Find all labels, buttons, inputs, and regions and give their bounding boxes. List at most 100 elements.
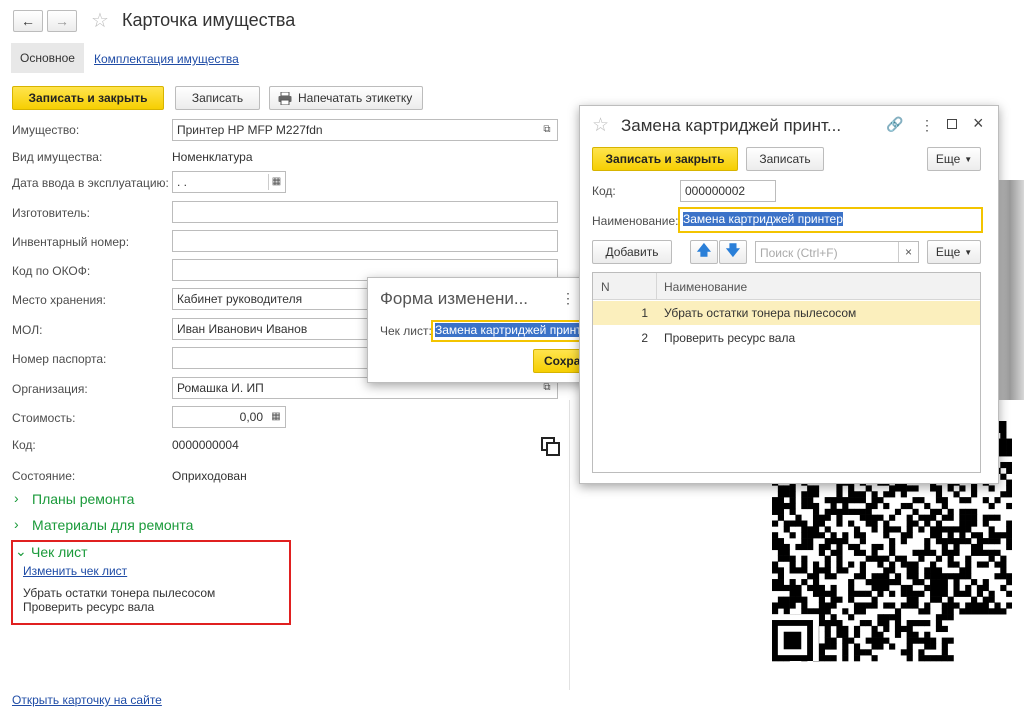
cost-field[interactable]: 0,00 ▦ <box>172 406 286 428</box>
back-arrow-icon: ← <box>21 13 35 29</box>
property-label: Имущество: <box>12 123 80 137</box>
dialog-more-button[interactable]: Еще ▼ <box>927 147 981 171</box>
column-header-name[interactable]: Наименование <box>664 280 747 294</box>
repair-plans-label: Планы ремонта <box>32 491 135 507</box>
type-value: Номенклатура <box>172 150 253 164</box>
checklist-item: Проверить ресурс вала <box>23 600 155 614</box>
property-field[interactable]: Принтер HP MFP M227fdn ⧉ <box>172 119 558 141</box>
move-up-button[interactable]: 🡅 <box>690 240 718 264</box>
storage-value: Кабинет руководителя <box>177 292 303 306</box>
chevron-right-icon: › <box>14 490 19 506</box>
manufacturer-label: Изготовитель: <box>12 206 90 220</box>
checklist-item: Убрать остатки тонера пылесосом <box>23 586 216 600</box>
change-form-popup: Форма изменени... ⋮ Чек лист: Замена кар… <box>367 277 591 383</box>
dialog-title: Замена картриджей принт... <box>621 116 842 135</box>
change-form-save-label: Сохра <box>544 354 581 368</box>
mol-value: Иван Иванович Иванов <box>177 322 308 336</box>
forward-button[interactable]: → <box>47 10 77 32</box>
search-placeholder: Поиск (Ctrl+F) <box>760 246 838 260</box>
checklist-highlight: ⌄ Чек лист Изменить чек лист Убрать оста… <box>11 540 291 625</box>
row-name: Проверить ресурс вала <box>664 331 796 345</box>
checklist-table: N Наименование 1 Убрать остатки тонера п… <box>592 272 981 473</box>
cost-value: 0,00 <box>239 410 263 424</box>
print-label-button[interactable]: Напечатать этикетку <box>269 86 423 110</box>
inventory-field[interactable] <box>172 230 558 252</box>
dialog-code-label: Код: <box>592 184 616 198</box>
chevron-right-icon: › <box>14 516 19 532</box>
table-more-button[interactable]: Еще ▼ <box>927 240 981 264</box>
dialog-save-button[interactable]: Записать <box>746 147 824 171</box>
checklist-section-label[interactable]: Чек лист <box>31 544 88 560</box>
cost-label: Стоимость: <box>12 411 76 425</box>
dialog-name-value: Замена картриджей принтер <box>683 212 843 226</box>
checklist-field[interactable]: Замена картриджей принтер <box>431 320 591 342</box>
clear-icon[interactable]: × <box>898 242 918 262</box>
maximize-icon[interactable] <box>947 119 957 129</box>
print-label-text: Напечатать этикетку <box>298 91 413 105</box>
add-button[interactable]: Добавить <box>592 240 672 264</box>
arrow-up-icon: 🡅 <box>696 242 712 258</box>
state-value: Оприходован <box>172 469 247 483</box>
copy-icon[interactable] <box>541 437 561 457</box>
dialog-code-value: 000000002 <box>685 184 746 198</box>
save-and-close-button[interactable]: Записать и закрыть <box>12 86 164 110</box>
repair-materials-label: Материалы для ремонта <box>32 517 194 533</box>
date-field[interactable]: . . ▦ <box>172 171 286 193</box>
dialog-save-and-close-button[interactable]: Записать и закрыть <box>592 147 738 171</box>
arrow-down-icon: 🡇 <box>725 242 741 258</box>
change-form-title: Форма изменени... <box>380 289 529 308</box>
calculator-icon[interactable]: ▦ <box>268 409 284 425</box>
checklist-field-label: Чек лист: <box>380 324 432 338</box>
okof-label: Код по ОКОФ: <box>12 264 91 278</box>
move-down-button[interactable]: 🡇 <box>719 240 747 264</box>
tab-equipment[interactable]: Комплектация имущества <box>94 52 239 66</box>
row-name: Убрать остатки тонера пылесосом <box>664 306 857 320</box>
row-number: 2 <box>641 331 648 345</box>
date-value: . . <box>177 175 188 189</box>
chevron-down-icon: ▼ <box>964 154 973 164</box>
tab-main-label: Основное <box>20 51 75 65</box>
org-value: Ромашка И. ИП <box>177 381 264 395</box>
property-value: Принтер HP MFP M227fdn <box>177 123 323 137</box>
pane-divider <box>569 400 570 690</box>
page-title: Карточка имущества <box>122 10 296 30</box>
manufacturer-field[interactable] <box>172 201 558 223</box>
checklist-dialog: ☆ Замена картриджей принт... 🔗 ⋮ × Запис… <box>579 105 999 484</box>
dialog-code-field[interactable]: 000000002 <box>680 180 776 202</box>
close-icon[interactable]: × <box>973 113 984 134</box>
dialog-name-field[interactable]: Замена картриджей принтер <box>678 207 983 233</box>
state-label: Состояние: <box>12 469 76 483</box>
storage-label: Место хранения: <box>12 293 106 307</box>
tab-main[interactable]: Основное <box>11 43 84 73</box>
open-icon[interactable]: ⧉ <box>539 122 555 138</box>
column-divider <box>656 273 657 300</box>
passport-label: Номер паспорта: <box>12 352 107 366</box>
type-label: Вид имущества: <box>12 150 103 164</box>
change-checklist-link[interactable]: Изменить чек лист <box>23 564 127 578</box>
dialog-more-label: Еще <box>935 152 961 166</box>
org-label: Организация: <box>12 382 88 396</box>
star-icon[interactable]: ☆ <box>91 8 109 33</box>
table-header: N Наименование <box>593 273 980 300</box>
more-vert-icon[interactable]: ⋮ <box>561 290 575 307</box>
row-number: 1 <box>641 306 648 320</box>
checklist-field-value: Замена картриджей принтер <box>435 323 589 337</box>
table-more-label: Еще <box>935 245 961 259</box>
column-header-n[interactable]: N <box>601 280 610 294</box>
open-site-link[interactable]: Открыть карточку на сайте <box>12 693 162 707</box>
inventory-label: Инвентарный номер: <box>12 235 130 249</box>
date-label: Дата ввода в эксплуатацию: <box>12 176 169 190</box>
dialog-name-label: Наименование: <box>592 214 679 228</box>
more-vert-icon[interactable]: ⋮ <box>920 117 934 134</box>
table-row[interactable]: 2 Проверить ресурс вала <box>593 326 980 350</box>
link-icon[interactable]: 🔗 <box>886 116 903 133</box>
calendar-icon[interactable]: ▦ <box>268 174 284 190</box>
mol-label: МОЛ: <box>12 323 43 337</box>
star-icon[interactable]: ☆ <box>592 114 609 137</box>
table-row[interactable]: 1 Убрать остатки тонера пылесосом <box>593 301 980 325</box>
code-value: 0000000004 <box>172 438 239 452</box>
table-search-input[interactable]: Поиск (Ctrl+F) × <box>755 241 919 263</box>
save-button[interactable]: Записать <box>175 86 260 110</box>
back-button[interactable]: ← <box>13 10 43 32</box>
chevron-down-icon[interactable]: ⌄ <box>15 543 27 560</box>
